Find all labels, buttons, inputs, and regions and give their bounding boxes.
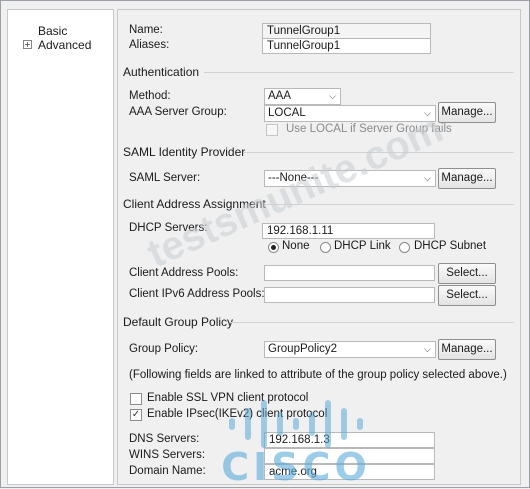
chevron-down-icon: ⌵ [424,173,431,183]
authentication-section-title: Authentication [123,65,200,79]
section-divider [264,204,514,205]
select-ipv6-pools-button[interactable]: Select... [438,285,496,306]
method-value: AAA [268,90,292,102]
group-policy-select[interactable]: GroupPolicy2 ⌵ [264,341,436,358]
navigation-tree: Basic + Advanced [7,9,114,485]
aaa-server-group-select[interactable]: LOCAL ⌵ [264,105,436,122]
nav-item-label: Basic [38,24,68,38]
saml-server-value: ---None--- [268,172,319,184]
radio-dhcp-subnet-label: DHCP Subnet [414,240,487,252]
client-address-pools-label: Client Address Pools: [129,267,239,279]
ipsec-checkbox[interactable]: ✓ [130,409,142,421]
dns-servers-label: DNS Servers: [129,433,200,445]
settings-panel: Name: TunnelGroup1 Aliases: TunnelGroup1… [117,9,521,485]
manage-saml-button[interactable]: Manage... [438,168,496,189]
section-divider [244,152,514,153]
ipsec-label: Enable IPsec(IKEv2) client protocol [147,408,328,420]
manage-group-policy-button[interactable]: Manage... [438,339,496,360]
radio-none-label: None [282,240,310,252]
aaa-server-group-value: LOCAL [268,107,306,119]
group-policy-value: GroupPolicy2 [268,343,338,355]
aliases-field[interactable]: TunnelGroup1 [262,38,431,54]
nav-item-basic[interactable]: Basic [38,24,67,38]
radio-dhcp-link-label: DHCP Link [334,240,391,252]
domain-name-label: Domain Name: [129,465,206,477]
group-policy-note: (Following fields are linked to attribut… [129,369,507,381]
domain-name-field[interactable]: acme.org [264,464,435,480]
expand-icon[interactable]: + [23,40,32,49]
saml-server-label: SAML Server: [129,172,201,184]
group-policy-section-title: Default Group Policy [123,315,234,329]
ssl-vpn-checkbox[interactable] [130,393,142,405]
dns-servers-field[interactable]: 192.168.1.3 [264,432,435,448]
nav-item-advanced[interactable]: + Advanced [23,38,92,52]
manage-aaa-server-button[interactable]: Manage... [438,102,496,123]
chevron-down-icon: ⌵ [329,91,336,101]
name-field[interactable]: TunnelGroup1 [262,23,431,39]
use-local-label: Use LOCAL if Server Group fails [286,123,452,135]
chevron-down-icon: ⌵ [424,344,431,354]
nav-item-label: Advanced [38,38,92,52]
radio-dhcp-subnet[interactable] [399,242,410,253]
use-local-checkbox[interactable] [266,124,278,136]
method-label: Method: [129,90,171,102]
dhcp-servers-field[interactable]: 192.168.1.11 [262,223,435,239]
chevron-down-icon: ⌵ [424,108,431,118]
method-select[interactable]: AAA ⌵ [264,88,341,105]
aliases-label: Aliases: [129,39,170,51]
saml-section-title: SAML Identity Provider [123,145,246,159]
dialog-frame: Basic + Advanced Name: TunnelGroup1 Alia… [0,0,530,488]
aaa-server-group-label: AAA Server Group: [129,106,227,118]
select-address-pools-button[interactable]: Select... [438,263,496,284]
radio-dhcp-link[interactable] [320,242,331,253]
section-divider [204,72,514,73]
client-address-pools-field[interactable] [264,265,435,281]
group-policy-label: Group Policy: [129,343,199,355]
client-address-section-title: Client Address Assignment [123,197,266,211]
wins-servers-label: WINS Servers: [129,449,206,461]
dhcp-servers-label: DHCP Servers: [129,222,208,234]
name-label: Name: [129,24,163,36]
radio-none[interactable] [268,242,279,253]
client-ipv6-pools-label: Client IPv6 Address Pools: [129,288,265,300]
saml-server-select[interactable]: ---None--- ⌵ [264,170,436,187]
wins-servers-field[interactable] [264,448,435,464]
ssl-vpn-label: Enable SSL VPN client protocol [147,392,309,404]
section-divider [231,322,514,323]
client-ipv6-pools-field[interactable] [264,287,435,303]
